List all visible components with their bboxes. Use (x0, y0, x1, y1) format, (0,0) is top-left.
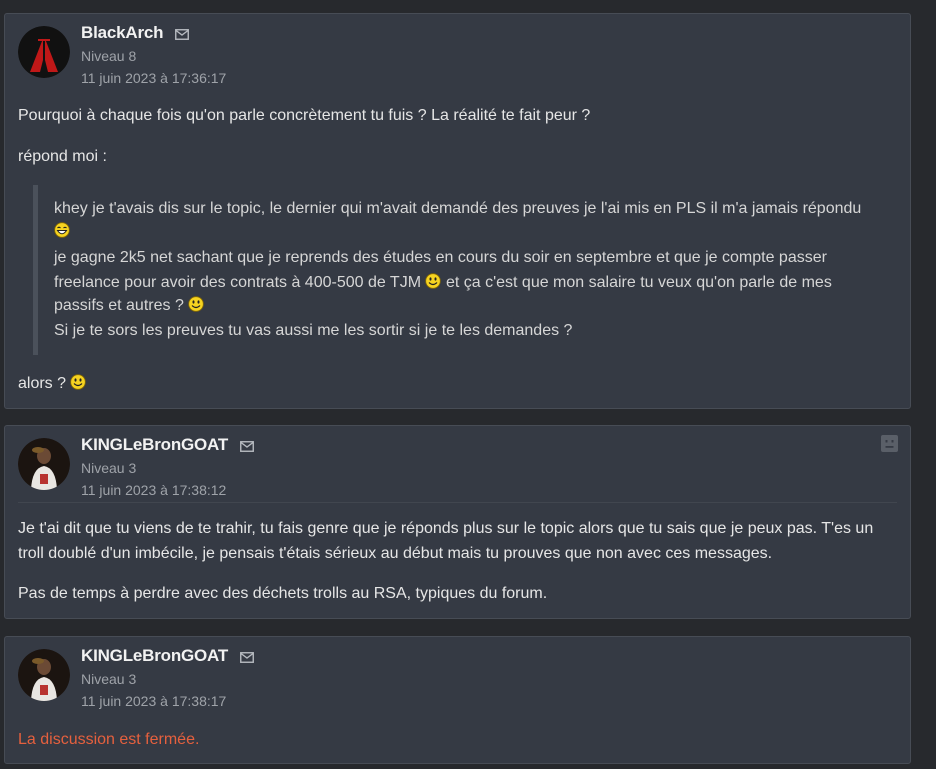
avatar[interactable] (18, 649, 70, 701)
envelope-icon[interactable] (240, 652, 254, 663)
avatar[interactable] (18, 438, 70, 490)
quote-text: et ça c'est que mon salaire tu veux qu'o… (445, 274, 832, 291)
quote-line (54, 222, 70, 241)
post-paragraph: alors ? (18, 374, 87, 393)
quote-text: passifs et autres ? (54, 297, 184, 314)
quote-line: je gagne 2k5 net sachant que je reprends… (54, 249, 827, 266)
quote-block: khey je t'avais dis sur le topic, le der… (33, 185, 888, 355)
post-paragraph: répond moi : (18, 148, 107, 165)
post-paragraph: Pas de temps à perdre avec des déchets t… (18, 585, 548, 602)
envelope-icon[interactable] (240, 441, 254, 452)
author-label[interactable]: BlackArch (81, 23, 163, 43)
post-date[interactable]: 11 juin 2023 à 17:38:12 (81, 482, 226, 498)
post-kinglebrongoat-1: KINGLeBronGOAT Niveau 3 11 juin 2023 à 1… (4, 425, 911, 619)
quote-line: khey je t'avais dis sur le topic, le der… (54, 200, 862, 217)
post-paragraph: Je t'ai dit que tu viens de te trahir, t… (18, 520, 874, 537)
quote-line: passifs et autres ? (54, 296, 204, 315)
quote-text: freelance pour avoir des contrats à 400-… (54, 274, 422, 291)
discussion-closed-notice: La discussion est fermée. (18, 731, 200, 748)
smiley-icon (70, 374, 87, 390)
author-level: Niveau 3 (81, 460, 137, 476)
laughing-smiley-icon (54, 222, 70, 238)
smiley-icon (425, 273, 442, 289)
quote-line: Si je te sors les preuves tu vas aussi m… (54, 322, 573, 339)
smiley-icon (188, 296, 204, 312)
report-icon[interactable] (881, 435, 898, 452)
envelope-icon[interactable] (175, 29, 190, 40)
author-level: Niveau 8 (81, 48, 137, 64)
avatar[interactable] (18, 26, 70, 78)
author-level: Niveau 3 (81, 671, 137, 687)
post-date[interactable]: 11 juin 2023 à 17:36:17 (81, 70, 226, 86)
header-divider (18, 502, 897, 503)
post-header: BlackArch Niveau 8 11 juin 2023 à 17:36:… (5, 14, 910, 104)
post-date[interactable]: 11 juin 2023 à 17:38:17 (81, 693, 226, 709)
author-name[interactable]: KINGLeBronGOAT (81, 435, 254, 455)
post-paragraph: Pourquoi à chaque fois qu'on parle concr… (18, 107, 591, 124)
author-label[interactable]: KINGLeBronGOAT (81, 435, 228, 455)
post-header: KINGLeBronGOAT Niveau 3 11 juin 2023 à 1… (5, 637, 910, 727)
author-name[interactable]: BlackArch (81, 23, 190, 43)
quote-line: freelance pour avoir des contrats à 400-… (54, 273, 832, 292)
closing-text: alors ? (18, 375, 67, 392)
author-name[interactable]: KINGLeBronGOAT (81, 646, 254, 666)
post-paragraph: troll doublé d'un imbécile, je pensais t… (18, 545, 773, 562)
post-blackarch: BlackArch Niveau 8 11 juin 2023 à 17:36:… (4, 13, 911, 409)
author-label[interactable]: KINGLeBronGOAT (81, 646, 228, 666)
post-kinglebrongoat-2: KINGLeBronGOAT Niveau 3 11 juin 2023 à 1… (4, 636, 911, 764)
